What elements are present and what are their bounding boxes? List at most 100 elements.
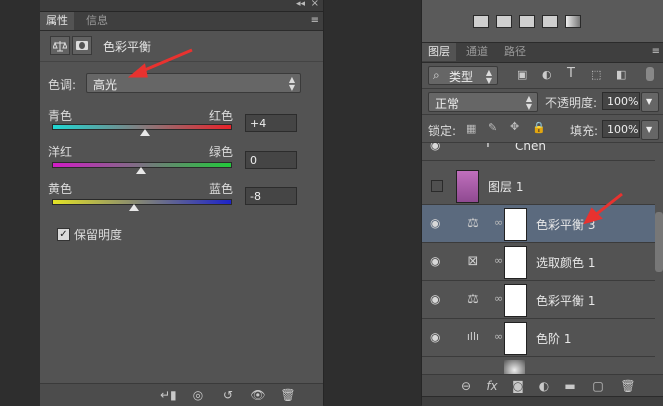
- divider: [422, 88, 663, 89]
- adjustment-preset-icon[interactable]: [519, 15, 535, 28]
- yellow-blue-slider-track[interactable]: [52, 199, 232, 205]
- fill-field[interactable]: 100%: [602, 120, 640, 138]
- visibility-eye-icon[interactable]: ◉: [430, 143, 444, 151]
- annotation-arrow: [583, 192, 623, 225]
- opacity-dropdown[interactable]: ▼: [641, 92, 659, 112]
- opacity-field[interactable]: 100%: [602, 92, 640, 110]
- layer-name: 图层 1: [488, 180, 524, 194]
- view-previous-icon[interactable]: ◎: [190, 388, 206, 402]
- panel-menu-icon[interactable]: ≡: [311, 15, 319, 26]
- yellow-blue-value-field[interactable]: -8: [245, 187, 297, 205]
- select-arrows-icon: ▲ ▼: [485, 68, 492, 85]
- adjustment-preset-icon[interactable]: [496, 15, 512, 28]
- clip-to-layer-icon[interactable]: ↵▮: [160, 388, 177, 402]
- smart-object-filter-icon[interactable]: ◧: [616, 68, 626, 81]
- panel-menu-icon[interactable]: ≡: [652, 46, 660, 57]
- text-layer-icon: T: [484, 143, 492, 151]
- shape-filter-icon[interactable]: ⬚: [591, 68, 601, 81]
- tab-properties[interactable]: 属性: [40, 12, 74, 30]
- layer-thumbnail: [456, 170, 479, 203]
- layer-row[interactable]: [422, 357, 655, 374]
- lock-paint-icon[interactable]: ✎: [488, 121, 497, 134]
- link-chain-icon[interactable]: ∞: [494, 330, 503, 343]
- collapse-icon[interactable]: ◂◂: [296, 0, 305, 9]
- levels-histogram-icon: ıllı: [466, 330, 480, 343]
- image-filter-icon[interactable]: ▣: [517, 68, 527, 81]
- new-group-icon[interactable]: ▬: [562, 379, 578, 393]
- layer-row[interactable]: ◉ ⚖ ∞ 色彩平衡 1: [422, 281, 655, 319]
- lock-label: 锁定:: [428, 124, 457, 138]
- layer-name: 选取颜色 1: [536, 256, 596, 270]
- search-icon: ⌕: [433, 68, 440, 82]
- layer-mask-thumbnail[interactable]: [504, 246, 527, 279]
- lock-all-icon[interactable]: 🔒: [532, 121, 546, 134]
- new-adjustment-icon[interactable]: ◐: [536, 379, 552, 393]
- gradient-map-icon[interactable]: [565, 15, 581, 28]
- tab-channels[interactable]: 通道: [460, 43, 494, 61]
- fill-label: 填充:: [570, 124, 599, 138]
- visibility-eye-icon[interactable]: ◉: [430, 293, 444, 305]
- balance-scale-icon: [53, 40, 67, 51]
- link-chain-icon[interactable]: ∞: [494, 216, 503, 229]
- magenta-green-slider-thumb[interactable]: [136, 167, 146, 174]
- slider-left-label: 青色: [48, 109, 73, 123]
- layer-style-icon[interactable]: fx: [484, 379, 500, 393]
- annotation-arrow: [127, 48, 193, 78]
- reset-icon[interactable]: ↺: [220, 388, 236, 402]
- lock-position-icon[interactable]: ✥: [510, 120, 519, 133]
- link-chain-icon[interactable]: ∞: [494, 292, 503, 305]
- balance-scale-icon: ⚖: [467, 216, 479, 231]
- layer-mask-thumbnail[interactable]: [504, 322, 527, 355]
- lock-transparent-icon[interactable]: ▦: [466, 122, 476, 135]
- opacity-label: 不透明度:: [545, 96, 598, 110]
- layer-mask-thumbnail[interactable]: [504, 284, 527, 317]
- cyan-red-slider-thumb[interactable]: [140, 129, 150, 136]
- layer-mask-thumbnail[interactable]: [504, 208, 527, 241]
- adjustment-type-icon[interactable]: [50, 36, 70, 55]
- filter-toggle-switch[interactable]: [646, 67, 654, 81]
- adjustments-strip: [422, 0, 663, 43]
- delete-icon[interactable]: 🗑: [620, 379, 636, 393]
- new-layer-icon[interactable]: ▢: [590, 379, 606, 393]
- chevron-down-icon: ▼: [646, 97, 653, 106]
- link-chain-icon[interactable]: ∞: [494, 254, 503, 267]
- properties-footer: ↵▮ ◎ ↺ 👁 🗑: [40, 383, 323, 406]
- divider: [422, 114, 663, 115]
- selective-color-icon: ⊠: [467, 254, 479, 269]
- select-arrows-icon: ▲ ▼: [525, 94, 532, 111]
- layer-filter-select[interactable]: ⌕ 类型 ▲ ▼: [428, 66, 498, 85]
- type-filter-icon[interactable]: T: [567, 66, 575, 81]
- mask-toggle-icon[interactable]: [72, 36, 92, 55]
- cyan-red-value-field[interactable]: +4: [245, 114, 297, 132]
- link-layers-icon[interactable]: ⊖: [458, 379, 474, 393]
- adjustment-preset-icon[interactable]: [473, 15, 489, 28]
- tab-layers[interactable]: 图层: [422, 43, 456, 61]
- preserve-luminosity-checkbox[interactable]: ✓: [57, 228, 70, 241]
- visibility-eye-icon[interactable]: ◉: [430, 331, 444, 343]
- tab-info[interactable]: 信息: [80, 12, 114, 30]
- preserve-luminosity-label: 保留明度: [74, 228, 123, 242]
- layer-row[interactable]: ◉ ıllı ∞ 色阶 1: [422, 319, 655, 357]
- adjustment-preset-icon[interactable]: [542, 15, 558, 28]
- visibility-eye-icon[interactable]: ◉: [430, 217, 444, 229]
- magenta-green-value-field[interactable]: 0: [245, 151, 297, 169]
- blend-mode-value: 正常: [435, 97, 460, 111]
- close-icon[interactable]: ×: [311, 0, 319, 9]
- chevron-down-icon: ▼: [646, 125, 653, 134]
- slider-right-label: 绿色: [209, 145, 234, 159]
- visibility-eye-icon[interactable]: 👁: [250, 388, 266, 402]
- blend-mode-select[interactable]: 正常 ▲ ▼: [428, 92, 538, 112]
- layer-thumbnail: [504, 360, 525, 374]
- layer-row[interactable]: ◉ ⊠ ∞ 选取颜色 1: [422, 243, 655, 281]
- delete-icon[interactable]: 🗑: [280, 388, 296, 402]
- visibility-eye-icon[interactable]: ◉: [430, 255, 444, 267]
- tone-label: 色调:: [48, 78, 77, 92]
- add-mask-icon[interactable]: ◙: [510, 379, 526, 393]
- layers-scrollbar[interactable]: [655, 212, 663, 272]
- tab-paths[interactable]: 路径: [498, 43, 532, 61]
- layer-row[interactable]: ◉ T Chen: [422, 143, 655, 161]
- visibility-toggle-off[interactable]: [431, 180, 443, 192]
- yellow-blue-slider-thumb[interactable]: [129, 204, 139, 211]
- fill-dropdown[interactable]: ▼: [641, 120, 659, 140]
- adjustment-filter-icon[interactable]: ◐: [542, 68, 552, 81]
